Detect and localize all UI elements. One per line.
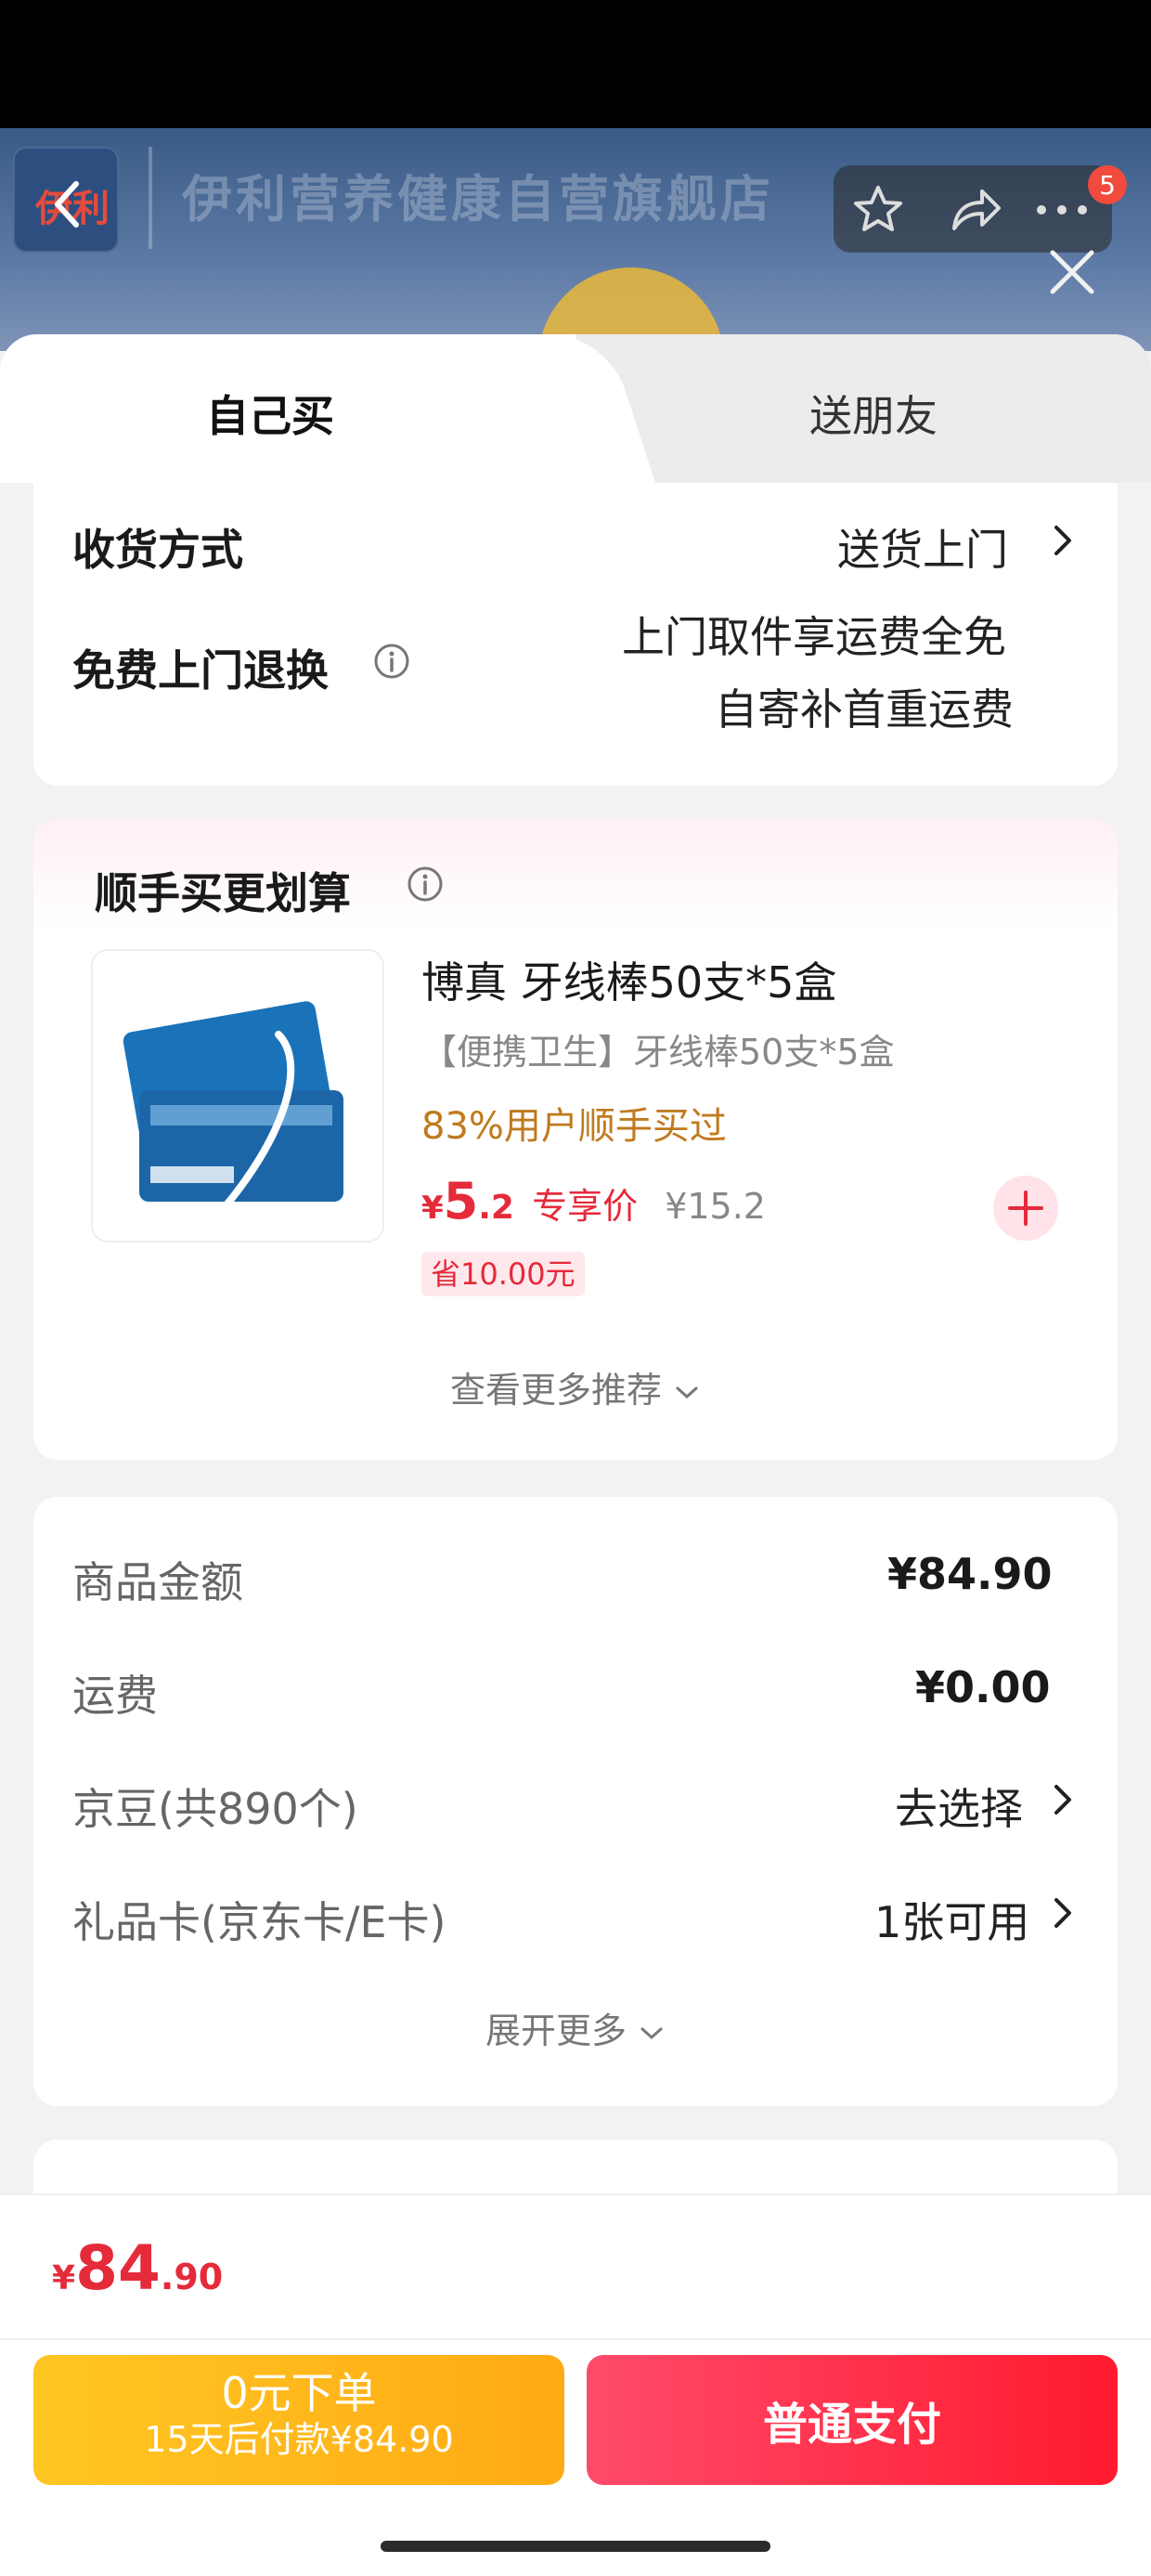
delivery-method-label: 收货方式 <box>72 525 243 575</box>
header-divider <box>149 147 152 249</box>
product-subtitle: 【便携卫生】牙线棒50支*5盒 <box>421 1032 895 1073</box>
more-dots-icon <box>1037 205 1087 215</box>
pay-now-button[interactable]: 普通支付 <box>587 2355 1118 2485</box>
save-tag: 省10.00元 <box>421 1252 585 1296</box>
summary-card: 商品金额 ¥84.90 运费 ¥0.00 京豆(共890个) 去选择 礼品卡(京… <box>33 1497 1118 2106</box>
bar-divider <box>0 2338 1151 2340</box>
store-name: 伊利营养健康自营旗舰店 <box>182 170 774 228</box>
shipping-value: ¥0.00 <box>915 1662 1051 1712</box>
more-button[interactable] <box>1028 176 1095 243</box>
pay-now-label: 普通支付 <box>762 2399 941 2451</box>
star-icon <box>854 186 902 231</box>
shipping-label: 运费 <box>72 1671 158 1721</box>
chevron-right-icon <box>1054 526 1071 555</box>
jingdou-select[interactable]: 去选择 <box>895 1776 1023 1837</box>
price-int: 5 <box>443 1172 479 1230</box>
delivery-card: 收货方式 送货上门 免费上门退换 上门取件享运费全免 自寄补首重运费 <box>33 483 1118 786</box>
close-button[interactable] <box>1040 240 1105 305</box>
add-to-order-button[interactable] <box>993 1176 1058 1241</box>
plus-icon <box>1008 1190 1043 1226</box>
pay-later-subtitle: 15天后付款¥84.90 <box>144 2419 454 2460</box>
chevron-right-icon <box>1054 1898 1071 1928</box>
chevron-right-icon <box>1054 1785 1071 1815</box>
free-return-line2: 自寄补首重运费 <box>715 684 1014 735</box>
product-image[interactable] <box>91 949 384 1242</box>
store-header: 伊利 伊利营养健康自营旗舰店 5 <box>0 128 1151 351</box>
floss-box-image <box>123 1001 343 1224</box>
product-social-proof: 83%用户顺手买过 <box>421 1105 727 1148</box>
price-dec: .2 <box>478 1189 514 1227</box>
close-icon <box>1050 250 1094 294</box>
cart-badge: 5 <box>1088 165 1127 204</box>
goods-amount-value: ¥84.90 <box>887 1549 1053 1599</box>
status-bar <box>0 0 1151 128</box>
total-int: 84 <box>75 2232 161 2304</box>
chevron-down-icon <box>676 1386 698 1399</box>
back-button[interactable] <box>37 175 97 234</box>
price-tag: 专享价 <box>532 1186 639 1227</box>
home-indicator[interactable] <box>381 2541 770 2552</box>
goods-amount-label: 商品金额 <box>72 1557 243 1607</box>
pay-later-button[interactable]: 0元下单 15天后付款¥84.90 <box>33 2355 564 2485</box>
share-button[interactable] <box>941 176 1008 243</box>
tab-gift[interactable]: 送朋友 <box>809 383 938 444</box>
original-price: ¥15.2 <box>665 1186 766 1227</box>
total-dec: .90 <box>160 2257 224 2297</box>
share-icon <box>952 189 1001 230</box>
favorite-button[interactable] <box>845 176 912 243</box>
total-symbol: ¥ <box>52 2259 76 2297</box>
price-symbol: ¥ <box>421 1190 444 1227</box>
recommend-title: 顺手买更划算 <box>95 868 351 918</box>
gift-card-value[interactable]: 1张可用 <box>874 1889 1029 1950</box>
info-icon[interactable] <box>373 643 410 680</box>
chevron-left-icon <box>55 181 79 228</box>
product-price: ¥5.2 专享价 ¥15.2 <box>421 1172 766 1230</box>
pay-later-title: 0元下单 <box>221 2368 377 2418</box>
free-return-label: 免费上门退换 <box>72 645 329 696</box>
expand-more-label: 展开更多 <box>485 2010 627 2051</box>
gift-card-label: 礼品卡(京东卡/E卡) <box>72 1897 446 1947</box>
jingdou-label: 京豆(共890个) <box>72 1784 358 1834</box>
free-return-line1: 上门取件享运费全免 <box>622 612 1006 662</box>
product-name[interactable]: 博真 牙线棒50支*5盒 <box>421 949 836 1010</box>
tab-bar: 自己买 送朋友 <box>0 334 1151 483</box>
chevron-down-icon <box>640 2027 663 2039</box>
expand-more-button[interactable]: 展开更多 <box>33 2002 1118 2053</box>
more-recommend-button[interactable]: 查看更多推荐 <box>33 1361 1118 1412</box>
total-price: ¥84.90 <box>52 2232 223 2304</box>
info-icon[interactable] <box>407 865 444 903</box>
more-recommend-label: 查看更多推荐 <box>449 1370 662 1411</box>
recommend-card: 顺手买更划算 博真 牙线棒50支*5盒 【便携卫生】牙线棒50支*5盒 83%用… <box>33 819 1118 1460</box>
delivery-method-value[interactable]: 送货上门 <box>837 516 1008 578</box>
tab-self[interactable]: 自己买 <box>206 383 334 444</box>
